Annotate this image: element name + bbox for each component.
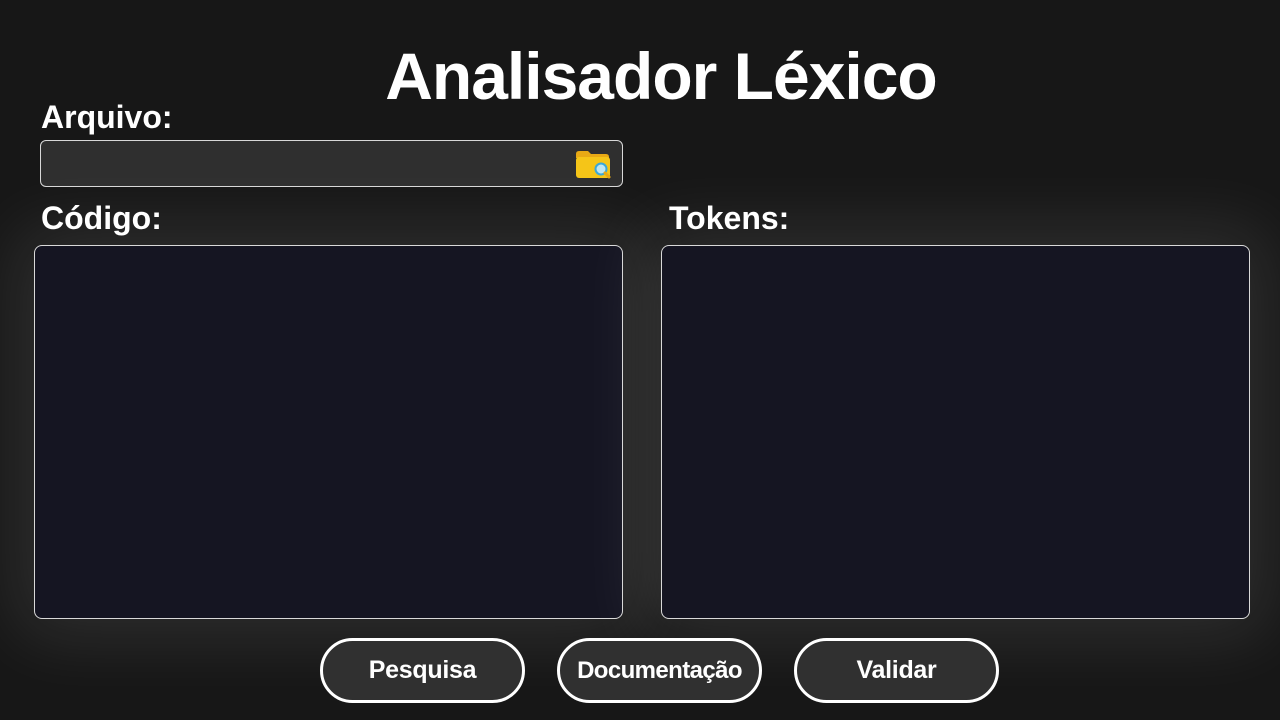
page-title: Analisador Léxico xyxy=(385,39,938,113)
validate-button[interactable]: Validar xyxy=(794,638,999,703)
folder-search-icon[interactable] xyxy=(574,148,612,182)
code-textarea[interactable] xyxy=(35,246,622,618)
search-button[interactable]: Pesquisa xyxy=(320,638,525,703)
documentation-button[interactable]: Documentação xyxy=(557,638,762,703)
file-field[interactable] xyxy=(40,140,623,187)
app-window: Analisador Léxico Arquivo: Código: Token… xyxy=(0,0,1280,720)
tokens-textarea[interactable] xyxy=(662,246,1249,618)
tokens-output[interactable] xyxy=(661,245,1250,619)
tokens-label: Tokens: xyxy=(669,200,790,236)
file-label: Arquivo: xyxy=(41,99,173,135)
file-path-input[interactable] xyxy=(41,141,561,186)
code-label: Código: xyxy=(41,200,162,236)
code-editor[interactable] xyxy=(34,245,623,619)
